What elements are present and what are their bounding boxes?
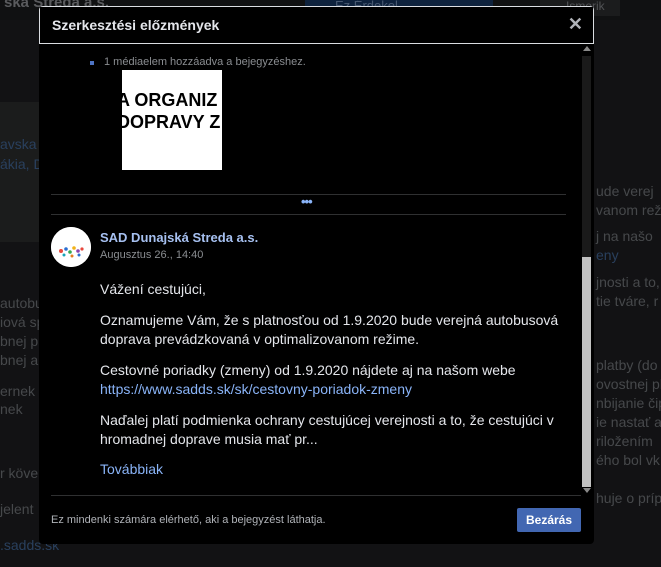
media-added-note: 1 médiaelem hozzáadva a bejegyzéshez. xyxy=(90,56,306,68)
media-thumbnail[interactable]: A ORGANIZ DOPRAVY Z xyxy=(122,70,222,170)
thumbnail-text-line: DOPRAVY Z xyxy=(122,112,221,132)
post-author-link[interactable]: SAD Dunajská Streda a.s. xyxy=(100,230,258,245)
schedule-link[interactable]: https://www.sadds.sk/sk/cestovny-poriado… xyxy=(100,381,412,397)
scroll-down-arrow-icon[interactable] xyxy=(583,488,591,493)
dialog-scroll-content[interactable]: 1 médiaelem hozzáadva a bejegyzéshez. A … xyxy=(39,44,579,496)
post-paragraph: Naďalej platí podmienka ochrany cestujúc… xyxy=(100,412,554,447)
divider xyxy=(51,495,581,496)
dialog-title: Szerkesztési előzmények xyxy=(52,17,220,33)
scrollbar[interactable] xyxy=(579,44,594,496)
scroll-up-arrow-icon[interactable] xyxy=(583,46,591,51)
post-paragraph-text: Cestovné poriadky (zmeny) od 1.9.2020 ná… xyxy=(100,362,516,378)
thumbnail-text-line: A ORGANIZ xyxy=(122,90,218,110)
more-options-icon[interactable]: ••• xyxy=(301,194,313,209)
avatar-logo-icon xyxy=(51,227,91,267)
post-paragraph: Oznamujeme Vám, že s platnosťou od 1.9.2… xyxy=(100,312,559,347)
scrollbar-thumb[interactable] xyxy=(582,257,591,487)
dialog-header: Szerkesztési előzmények ✕ xyxy=(39,6,594,44)
post-body: Vážení cestujúci, Oznamujeme Vám, že s p… xyxy=(100,280,570,461)
media-added-text: 1 médiaelem hozzáadva a bejegyzéshez. xyxy=(104,56,306,68)
divider xyxy=(51,214,566,215)
post-timestamp[interactable]: Augusztus 26., 14:40 xyxy=(100,249,203,261)
author-avatar[interactable] xyxy=(51,227,91,267)
post-greeting: Vážení cestujúci, xyxy=(100,281,206,297)
visibility-note: Ez mindenki számára elérhető, aki a beje… xyxy=(51,514,326,526)
see-more-link[interactable]: Továbbiak xyxy=(100,461,163,477)
close-button[interactable]: Bezárás xyxy=(517,508,581,532)
edit-history-dialog: Szerkesztési előzmények ✕ 1 médiaelem ho… xyxy=(39,6,594,544)
close-icon[interactable]: ✕ xyxy=(568,15,583,33)
post-paragraph: Cestovné poriadky (zmeny) od 1.9.2020 ná… xyxy=(100,361,570,399)
bullet-icon xyxy=(90,61,94,65)
